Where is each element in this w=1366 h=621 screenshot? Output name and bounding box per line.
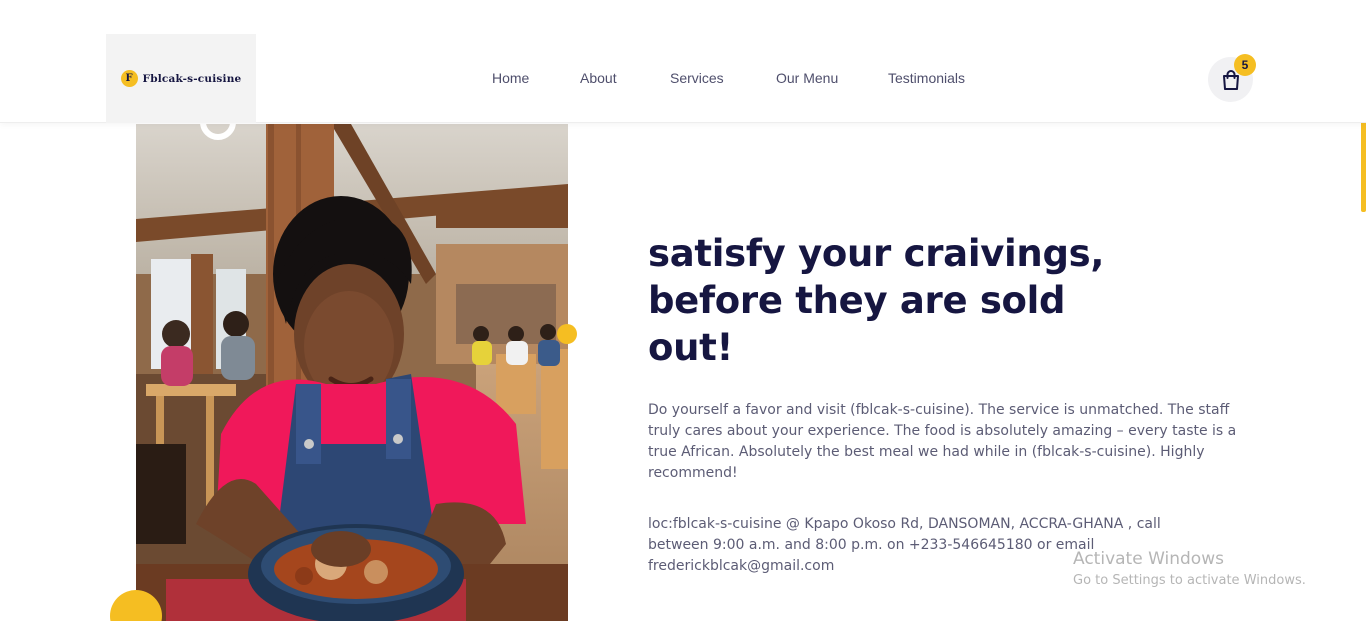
cart-count-badge: 5 (1234, 54, 1256, 76)
hero-headline: satisfy your craivings, before they are … (648, 232, 1105, 369)
watermark-title: Activate Windows (1073, 549, 1224, 569)
windows-activation-watermark: Activate Windows Go to Settings to activ… (1073, 548, 1306, 591)
hero-description: Do yourself a favor and visit (fblcak-s-… (648, 402, 1237, 481)
scrollbar-thumb[interactable] (1361, 118, 1366, 212)
watermark-subtitle: Go to Settings to activate Windows. (1073, 573, 1306, 588)
nav-our-menu[interactable]: Our Menu (776, 70, 838, 86)
site-header: F Fblcak-s-cuisine Home About Services O… (0, 0, 1366, 123)
decorative-dot (557, 324, 577, 344)
nav-services[interactable]: Services (670, 70, 724, 86)
main-nav: Home About Services Our Menu Testimonial… (0, 70, 1366, 90)
nav-home[interactable]: Home (492, 70, 529, 86)
nav-about[interactable]: About (580, 70, 617, 86)
hero-photo-illustration (136, 124, 568, 621)
hero-photo (136, 124, 568, 621)
nav-testimonials[interactable]: Testimonials (888, 70, 965, 86)
